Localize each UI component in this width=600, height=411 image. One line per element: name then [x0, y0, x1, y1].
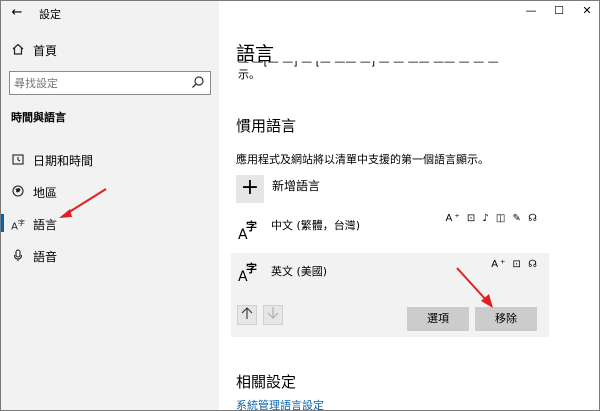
back-arrow-icon[interactable]: ←: [7, 4, 27, 22]
add-language-label: 新增語言: [272, 179, 321, 193]
home-icon: [11, 42, 25, 56]
language-name: 英文 (美國): [271, 265, 328, 278]
arrow-up-icon: [241, 307, 253, 319]
truncated-line-1: — —[— —] — [— —— —] — — —— —— — — —: [238, 61, 499, 68]
language-icon: A字: [237, 259, 259, 285]
section-heading: 時間與語言: [11, 111, 66, 124]
maximize-icon[interactable]: ☐: [549, 3, 569, 19]
sidebar-item-label: 日期和時間: [33, 154, 94, 168]
language-name: 中文 (繁體，台灣): [271, 219, 361, 232]
main-content: — ☐ ✕ 語言 — —[— —] — [— —— —] — — —— —— —…: [219, 1, 599, 410]
language-icon: A字: [11, 219, 25, 233]
sidebar-item-date-time[interactable]: 日期和時間: [1, 145, 219, 175]
settings-window: ← 設定 首頁 時間與語言 日期和時間 地區: [0, 0, 600, 411]
truncated-text: — —[— —] — [— —— —] — — —— —— — — — 示。: [238, 61, 568, 91]
sidebar-item-speech[interactable]: 語音: [1, 241, 219, 271]
svg-text:字: 字: [246, 219, 257, 233]
microphone-icon: [11, 248, 25, 262]
sidebar-item-label: 地區: [33, 186, 58, 200]
sidebar-item-label: 語言: [33, 218, 58, 232]
globe-icon: [11, 184, 25, 198]
move-down-button[interactable]: [263, 305, 283, 325]
admin-language-settings-link[interactable]: 系統管理語言設定: [236, 397, 324, 410]
active-indicator: [1, 214, 4, 232]
arrow-down-icon: [267, 307, 279, 319]
sidebar: ← 設定 首頁 時間與語言 日期和時間 地區: [1, 1, 219, 410]
svg-text:字: 字: [246, 261, 257, 275]
window-controls: — ☐ ✕: [511, 1, 599, 21]
plus-icon: +: [236, 175, 264, 203]
truncated-line-2: 示。: [238, 68, 260, 81]
add-language-button[interactable]: + 新增語言: [236, 173, 436, 203]
minimize-icon[interactable]: —: [521, 3, 541, 19]
clock-icon: [11, 152, 25, 166]
search-input[interactable]: [10, 72, 185, 94]
related-settings-title: 相關設定: [236, 373, 297, 391]
language-item-english[interactable]: A字 英文 (美國) A⁺ ⊡ ☊ 選項 移除: [231, 253, 549, 337]
language-item-chinese[interactable]: A字 中文 (繁體，台灣) A⁺ ⊡ ♪ ◫ ✎ ☊: [231, 211, 549, 251]
app-title: 設定: [39, 8, 61, 21]
feature-icons: A⁺ ⊡ ♪ ◫ ✎ ☊: [445, 213, 539, 224]
sidebar-item-home[interactable]: 首頁: [1, 35, 219, 65]
titlebar-left: ← 設定: [1, 1, 219, 29]
search-icon[interactable]: [191, 75, 205, 89]
sidebar-item-label: 語音: [33, 250, 58, 264]
move-up-button[interactable]: [237, 305, 257, 325]
close-icon[interactable]: ✕: [577, 3, 597, 19]
preferred-languages-desc: 應用程式及網站將以清單中支援的第一個語言顯示。: [236, 153, 489, 166]
preferred-languages-title: 慣用語言: [236, 117, 297, 135]
search-box[interactable]: [9, 71, 211, 95]
sidebar-item-label: 首頁: [33, 44, 58, 58]
language-icon: A字: [237, 217, 259, 243]
annotation-arrow: [59, 188, 107, 218]
annotation-arrow: [456, 267, 493, 308]
